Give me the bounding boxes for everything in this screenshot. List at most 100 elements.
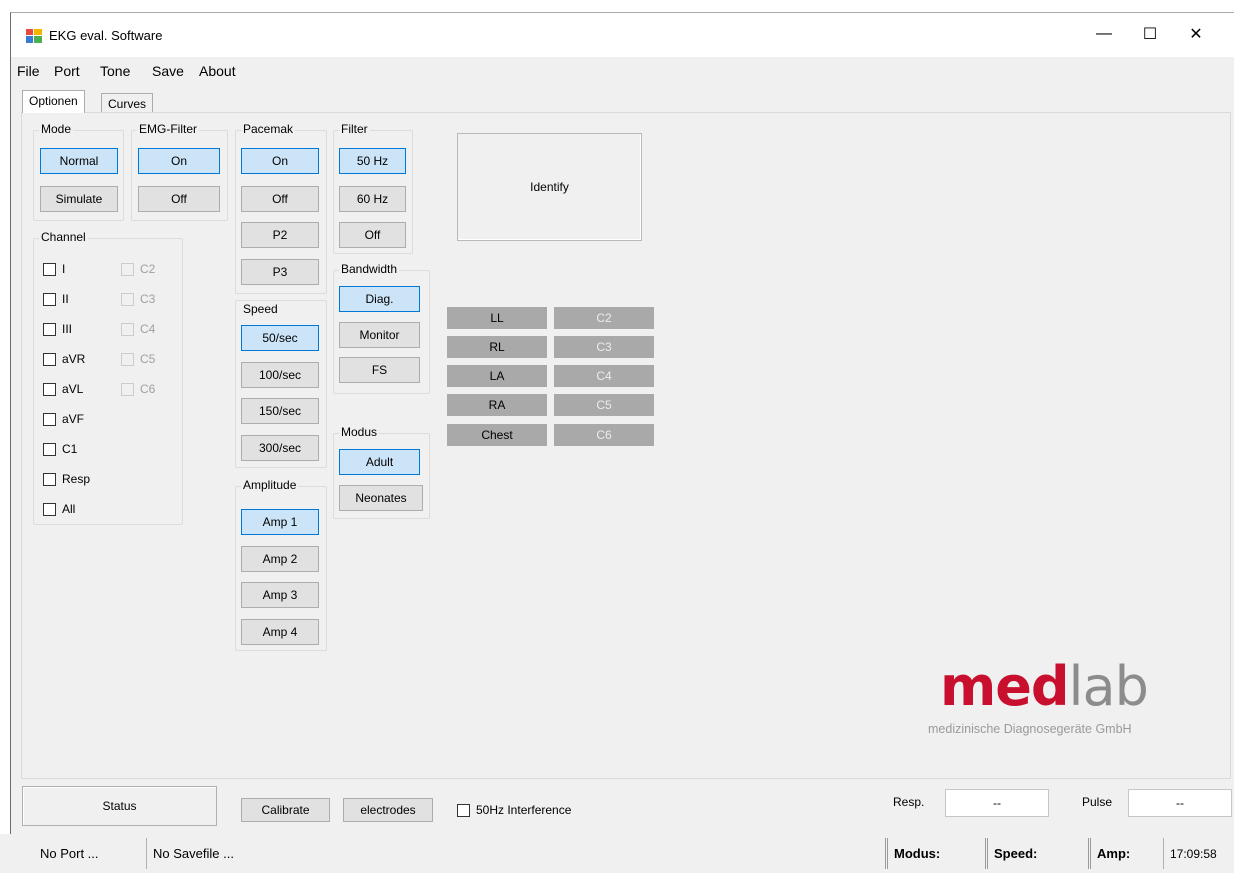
channel-ii-checkbox[interactable]: II [43,292,69,306]
status-savefile: No Savefile ... [146,838,234,869]
pacemak-off-button[interactable]: Off [241,186,319,212]
channel-c2-checkbox: C2 [121,262,155,276]
maximize-button[interactable]: ☐ [1127,17,1173,51]
bandwidth-label: Bandwidth [339,262,400,276]
filter-off-button[interactable]: Off [339,222,406,248]
channel-all-checkbox[interactable]: All [43,502,75,516]
channel-c3-checkbox: C3 [121,292,155,306]
channel-c1-checkbox[interactable]: C1 [43,442,77,456]
channel-avr-checkbox[interactable]: aVR [43,352,85,366]
logo-subtitle: medizinische Diagnosegeräte GmbH [928,722,1132,736]
checkbox-icon [43,382,56,396]
checkbox-label: C2 [140,262,156,276]
channel-i-checkbox[interactable]: I [43,262,65,276]
electrode-rl-indicator: RL [447,336,547,358]
status-box: Status [22,786,217,826]
checkbox-icon [121,292,134,306]
electrode-c6-indicator: C6 [554,424,654,446]
menu-bar: File Port Tone Save About [11,57,1234,87]
pulse-label: Pulse [1082,795,1113,809]
channel-iii-checkbox[interactable]: III [43,322,72,336]
modus-adult-button[interactable]: Adult [339,449,420,475]
calibrate-button[interactable]: Calibrate [241,798,330,822]
checkbox-icon [43,412,56,426]
menu-file[interactable]: File [17,63,40,79]
mode-simulate-button[interactable]: Simulate [40,186,118,212]
speed-label: Speed [241,302,280,316]
pacemak-label: Pacemak [241,122,296,136]
status-amp: Amp: [1088,838,1130,869]
logo-med-text: med [940,655,1070,718]
speed-100-button[interactable]: 100/sec [241,362,319,388]
checkbox-label: aVL [62,382,84,396]
speed-300-button[interactable]: 300/sec [241,435,319,461]
channel-c6-checkbox: C6 [121,382,155,396]
electrode-chest-indicator: Chest [447,424,547,446]
checkbox-label: aVR [62,352,86,366]
menu-about[interactable]: About [199,63,236,79]
checkbox-icon [121,262,134,276]
menu-tone[interactable]: Tone [100,63,130,79]
electrode-ll-indicator: LL [447,307,547,329]
checkbox-label: I [62,262,66,276]
emg-on-button[interactable]: On [138,148,220,174]
checkbox-icon [43,292,56,306]
channel-label: Channel [39,230,88,244]
amp-1-button[interactable]: Amp 1 [241,509,319,535]
filter-60hz-button[interactable]: 60 Hz [339,186,406,212]
tab-curves[interactable]: Curves [101,93,154,113]
status-port: No Port ... [40,846,99,861]
checkbox-label: aVF [62,412,85,426]
electrode-c4-indicator: C4 [554,365,654,387]
pacemak-p3-button[interactable]: P3 [241,259,319,285]
electrodes-button[interactable]: electrodes [343,798,433,822]
checkbox-icon [43,322,56,336]
speed-50-button[interactable]: 50/sec [241,325,319,351]
electrode-c5-indicator: C5 [554,394,654,416]
checkbox-label: C3 [140,292,156,306]
checkbox-icon [43,472,56,486]
channel-avl-checkbox[interactable]: aVL [43,382,83,396]
emg-filter-label: EMG-Filter [137,122,199,136]
pacemak-p2-button[interactable]: P2 [241,222,319,248]
checkbox-label: III [62,322,73,336]
bandwidth-diag-button[interactable]: Diag. [339,286,420,312]
menu-port[interactable]: Port [54,63,80,79]
bandwidth-monitor-button[interactable]: Monitor [339,322,420,348]
close-button[interactable]: ✕ [1173,17,1219,51]
channel-resp-checkbox[interactable]: Resp [43,472,90,486]
window-title: EKG eval. Software [49,28,163,43]
modus-neonates-button[interactable]: Neonates [339,485,423,511]
checkbox-label: C1 [62,442,78,456]
amp-4-button[interactable]: Amp 4 [241,619,319,645]
title-bar: EKG eval. Software — ☐ ✕ [11,13,1234,57]
resp-value: -- [945,789,1049,817]
speed-150-button[interactable]: 150/sec [241,398,319,424]
medlab-logo: medlab medizinische Diagnosegeräte GmbH [928,660,1188,737]
status-bar: No Port ... No Savefile ... Modus: Speed… [0,834,1234,873]
menu-save[interactable]: Save [152,63,184,79]
filter-50hz-button[interactable]: 50 Hz [339,148,406,174]
checkbox-label: C5 [140,352,156,366]
checkbox-icon [457,803,470,817]
filter-label: Filter [339,122,370,136]
interference-checkbox[interactable]: 50Hz Interference [457,803,571,817]
checkbox-label: C6 [140,382,156,396]
checkbox-label: All [62,502,76,516]
minimize-button[interactable]: — [1081,17,1127,51]
checkbox-label: II [62,292,69,306]
checkbox-icon [43,442,56,456]
checkbox-icon [121,322,134,336]
identify-button[interactable]: Identify [457,133,642,241]
electrode-c3-indicator: C3 [554,336,654,358]
amp-2-button[interactable]: Amp 2 [241,546,319,572]
resp-label: Resp. [893,795,925,809]
amp-3-button[interactable]: Amp 3 [241,582,319,608]
tab-optionen[interactable]: Optionen [22,90,85,113]
bandwidth-fs-button[interactable]: FS [339,357,420,383]
channel-avf-checkbox[interactable]: aVF [43,412,84,426]
emg-off-button[interactable]: Off [138,186,220,212]
pacemak-on-button[interactable]: On [241,148,319,174]
mode-normal-button[interactable]: Normal [40,148,118,174]
tab-strip: Optionen Curves [11,87,1234,113]
